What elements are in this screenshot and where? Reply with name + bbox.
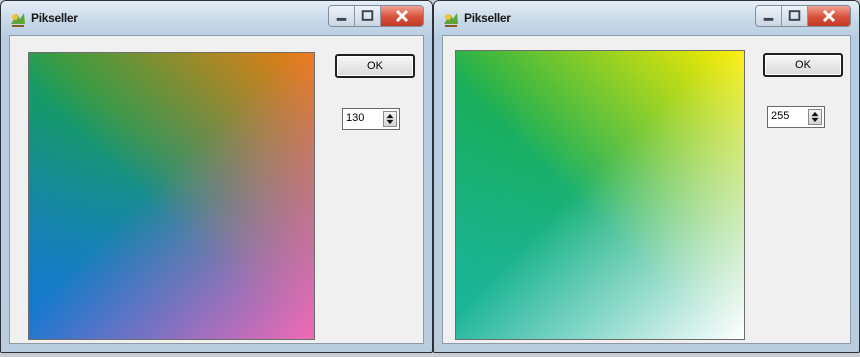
maximize-icon (361, 10, 374, 21)
title-bar[interactable]: Pikseller (1, 1, 432, 35)
window-controls (755, 5, 851, 27)
spinner-arrows[interactable] (383, 111, 397, 127)
minimize-button[interactable] (756, 6, 782, 26)
ok-button[interactable]: OK (763, 53, 843, 77)
close-button[interactable] (381, 6, 423, 26)
pikseller-window-1: Pikseller OK 130 (0, 0, 433, 353)
close-icon (822, 9, 836, 23)
maximize-icon (788, 10, 801, 21)
maximize-button[interactable] (355, 6, 381, 26)
window-client-area: OK 130 (9, 35, 424, 344)
minimize-button[interactable] (329, 6, 355, 26)
window-controls (328, 5, 424, 27)
color-gradient-canvas (28, 52, 315, 340)
pikseller-window-2: Pikseller OK 255 (433, 0, 860, 353)
close-icon (395, 9, 409, 23)
value-spinner[interactable]: 130 (342, 108, 400, 130)
spinner-value[interactable]: 255 (771, 110, 789, 122)
window-client-area: OK 255 (442, 35, 851, 344)
ok-button[interactable]: OK (335, 54, 415, 78)
window-title: Pikseller (31, 11, 78, 25)
maximize-button[interactable] (782, 6, 808, 26)
app-icon (444, 13, 458, 27)
up-down-arrows-icon (386, 113, 394, 125)
minimize-icon (763, 17, 774, 21)
color-gradient-canvas (455, 50, 745, 340)
value-spinner[interactable]: 255 (767, 106, 825, 128)
close-button[interactable] (808, 6, 850, 26)
spinner-value[interactable]: 130 (346, 112, 364, 124)
window-title: Pikseller (464, 11, 511, 25)
minimize-icon (336, 17, 347, 21)
spinner-arrows[interactable] (808, 109, 822, 125)
title-bar[interactable]: Pikseller (434, 1, 859, 35)
up-down-arrows-icon (811, 111, 819, 123)
app-icon (11, 13, 25, 27)
